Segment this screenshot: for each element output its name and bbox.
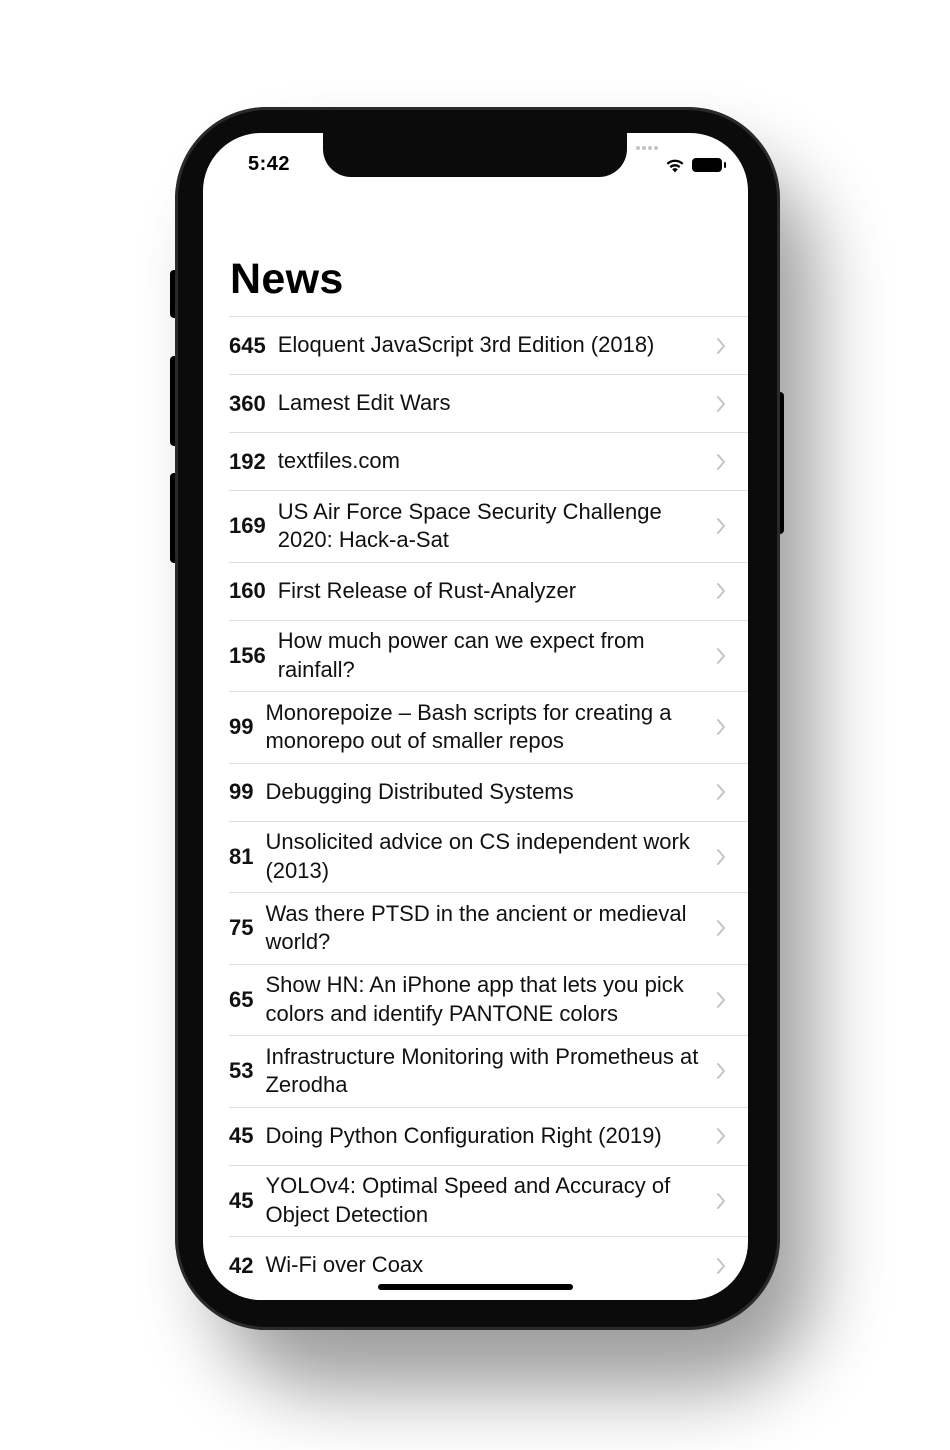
story-row[interactable]: 45 YOLOv4: Optimal Speed and Accuracy of … [229, 1164, 748, 1237]
story-title: Unsolicited advice on CS independent wor… [265, 829, 690, 883]
chevron-right-icon [717, 784, 725, 800]
story-title: Infrastructure Monitoring with Prometheu… [265, 1043, 699, 1098]
story-score: 42 [229, 1252, 254, 1278]
chevron-right-icon [717, 518, 725, 535]
story-score: 81 [229, 843, 254, 869]
story-row[interactable]: 53 Infrastructure Monitoring with Prometh… [229, 1035, 748, 1107]
story-title: Was there PTSD in the ancient or medieva… [265, 900, 687, 955]
chevron-right-icon [717, 848, 725, 865]
chevron-right-icon [717, 1257, 725, 1274]
screen: 5:42 News 645 Eloquent JavaScript 3rd Edi… [203, 133, 748, 1300]
story-list: 645 Eloquent JavaScript 3rd Edition (2018… [229, 316, 748, 1294]
story-title: textfiles.com [277, 448, 400, 474]
story-row[interactable]: 45 Doing Python Configuration Right (2019… [229, 1106, 748, 1165]
cellular-dots-icon [636, 146, 658, 150]
story-score: 53 [229, 1058, 254, 1084]
story-score: 99 [229, 779, 254, 804]
chevron-right-icon [717, 647, 725, 664]
story-row[interactable]: 65 Show HN: An iPhone app that lets you p… [229, 963, 748, 1036]
story-score: 360 [229, 390, 266, 416]
story-row[interactable]: 645 Eloquent JavaScript 3rd Edition (2018… [229, 316, 748, 374]
story-title: First Release of Rust-Analyzer [277, 577, 577, 603]
story-title: Debugging Distributed Systems [265, 778, 574, 804]
story-row[interactable]: 360 Lamest Edit Wars [229, 374, 748, 432]
chevron-right-icon [717, 991, 725, 1008]
story-score: 645 [229, 332, 266, 358]
chevron-right-icon [717, 920, 725, 937]
story-score: 65 [229, 986, 254, 1012]
chevron-right-icon [717, 395, 725, 412]
story-row[interactable]: 156 How much power can we expect from rai… [229, 619, 748, 692]
story-row[interactable]: 99 Debugging Distributed Systems [229, 762, 748, 821]
story-row[interactable]: 75 Was there PTSD in the ancient or medie… [229, 892, 748, 964]
chevron-right-icon [717, 337, 725, 354]
story-score: 169 [229, 513, 266, 539]
story-title: Show HN: An iPhone app that lets you pic… [265, 972, 684, 1026]
story-title: Monorepoize – Bash scripts for creating … [265, 699, 672, 754]
chevron-right-icon [717, 453, 725, 470]
story-row[interactable]: 192 textfiles.com [229, 432, 748, 490]
home-indicator[interactable] [378, 1284, 573, 1290]
story-row[interactable]: 99 Monorepoize – Bash scripts for creatin… [229, 691, 748, 763]
chevron-right-icon [717, 1063, 725, 1080]
story-row[interactable]: 169 US Air Force Space Security Challenge… [229, 490, 748, 562]
notch [323, 133, 627, 177]
wifi-icon [666, 159, 684, 173]
story-title: Lamest Edit Wars [277, 390, 451, 416]
story-score: 192 [229, 448, 266, 474]
page-title: News [230, 255, 344, 303]
story-row[interactable]: 160 First Release of Rust-Analyzer [229, 561, 748, 620]
chevron-right-icon [717, 583, 725, 599]
chevron-right-icon [717, 1128, 725, 1144]
story-score: 45 [229, 1187, 254, 1213]
story-score: 45 [229, 1123, 254, 1148]
status-time: 5:42 [248, 153, 291, 175]
story-score: 156 [229, 642, 266, 668]
story-row[interactable]: 81 Unsolicited advice on CS independent w… [229, 820, 748, 893]
story-score: 160 [229, 578, 266, 603]
story-score: 75 [229, 915, 254, 941]
story-title: Doing Python Configuration Right (2019) [265, 1122, 662, 1148]
story-title: Wi-Fi over Coax [265, 1252, 424, 1278]
chevron-right-icon [717, 1192, 725, 1209]
story-title: YOLOv4: Optimal Speed and Accuracy of Ob… [265, 1173, 671, 1227]
chevron-right-icon [717, 719, 725, 736]
story-title: Eloquent JavaScript 3rd Edition (2018) [277, 332, 655, 358]
story-score: 99 [229, 714, 254, 740]
battery-full-icon [692, 158, 726, 172]
story-title: US Air Force Space Security Challenge 20… [277, 498, 662, 553]
story-title: How much power can we expect from rainfa… [277, 628, 645, 682]
